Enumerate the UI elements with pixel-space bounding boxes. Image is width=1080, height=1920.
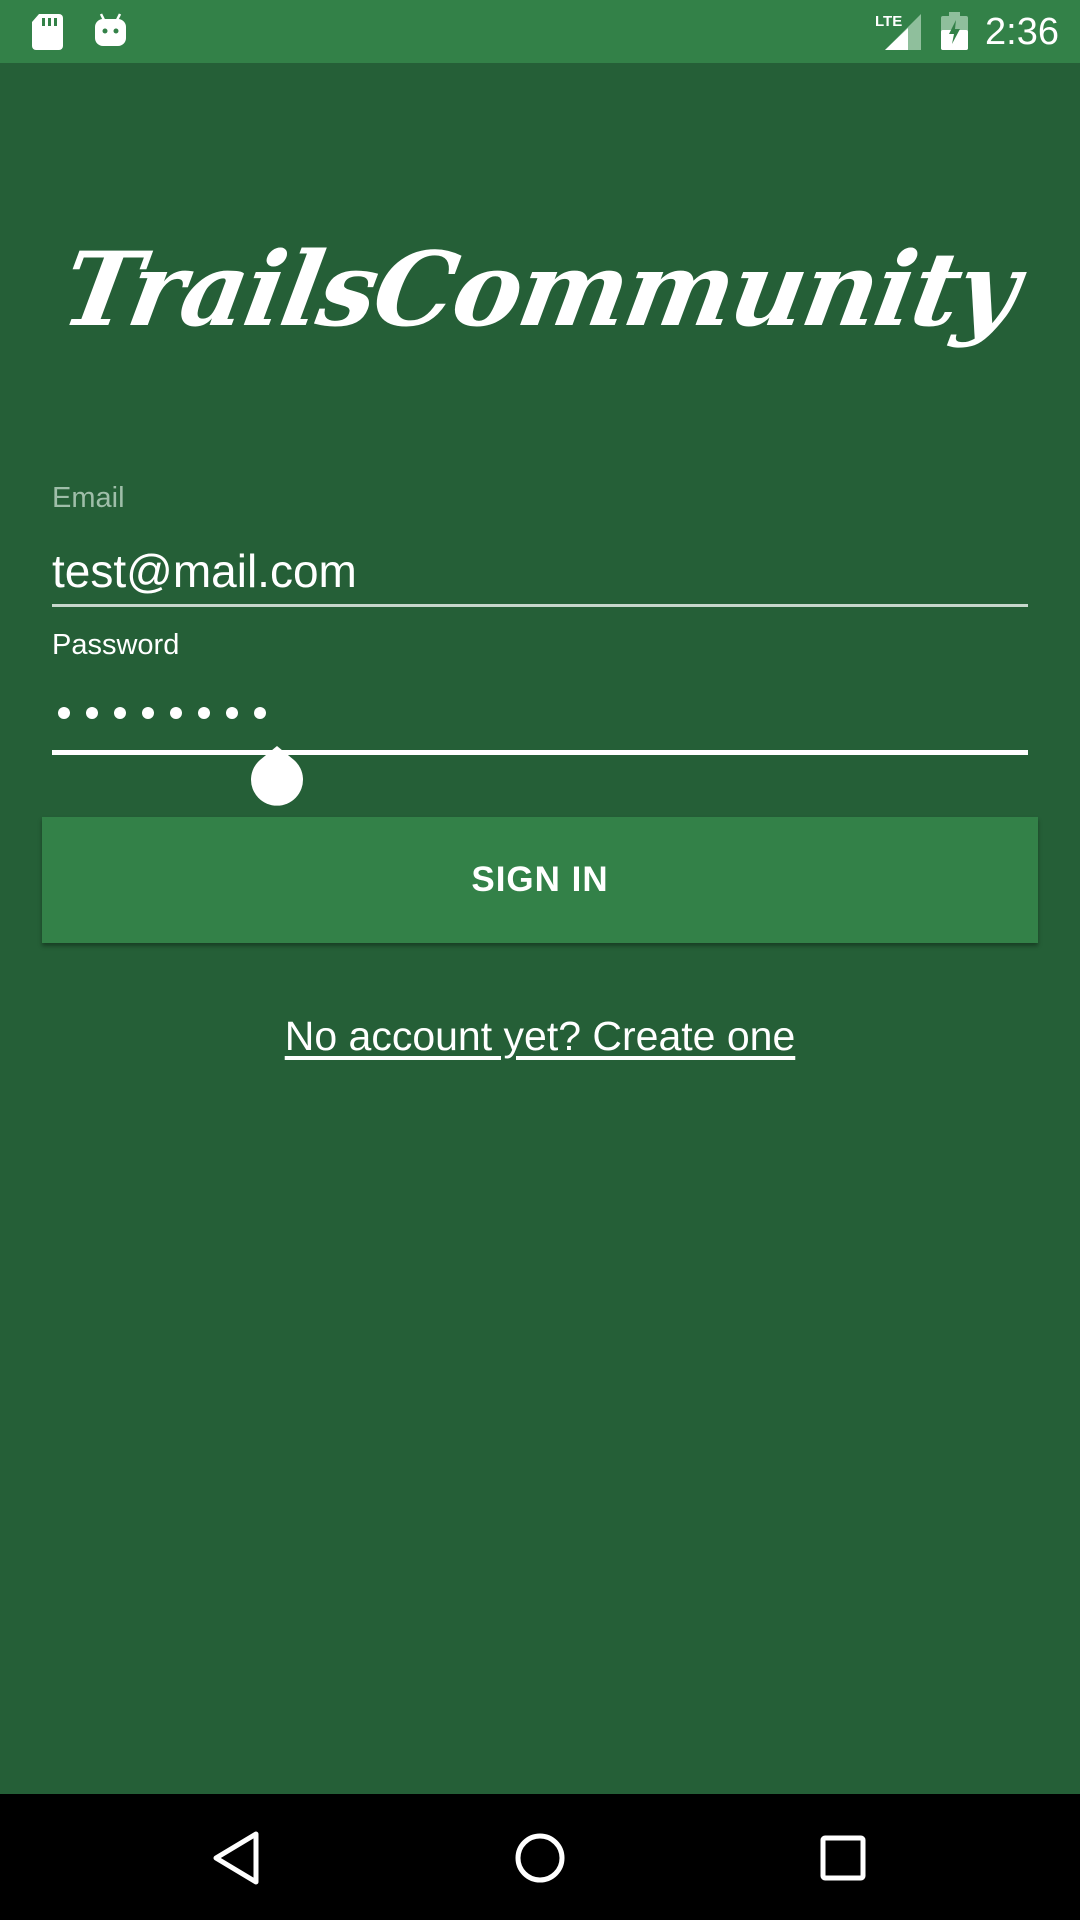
email-input[interactable]: test@mail.com <box>52 543 357 599</box>
password-input[interactable] <box>58 707 266 727</box>
sign-in-button[interactable]: SIGN IN <box>42 817 1038 943</box>
password-mask-dot <box>142 707 154 719</box>
back-icon[interactable] <box>204 1826 268 1890</box>
status-bar: LTE 2:36 <box>0 0 1080 63</box>
password-mask-dot <box>170 707 182 719</box>
email-field[interactable]: Email test@mail.com <box>52 480 1028 607</box>
password-mask-dot <box>254 707 266 719</box>
battery-icon <box>941 12 968 50</box>
login-screen: LTE 2:36 TrailsCommunity Email test@mail… <box>0 0 1080 1920</box>
email-label: Email <box>52 482 125 514</box>
app-logo: TrailsCommunity <box>53 230 1027 350</box>
home-icon[interactable] <box>508 1826 572 1890</box>
svg-text:LTE: LTE <box>875 13 902 30</box>
password-mask-dot <box>114 707 126 719</box>
password-label: Password <box>52 629 180 661</box>
android-icon <box>95 13 126 46</box>
password-mask-dot <box>58 707 70 719</box>
text-cursor-handle[interactable] <box>250 746 304 809</box>
password-mask-dot <box>86 707 98 719</box>
password-field[interactable]: Password <box>52 627 1028 755</box>
email-underline <box>52 604 1028 607</box>
password-mask-dot <box>198 707 210 719</box>
lte-signal-icon: LTE <box>875 13 921 50</box>
password-mask-dot <box>226 707 238 719</box>
sd-card-icon <box>32 14 63 50</box>
password-underline <box>52 750 1028 755</box>
recents-icon[interactable] <box>811 1826 875 1890</box>
status-time: 2:36 <box>985 11 1059 53</box>
create-account-link[interactable]: No account yet? Create one <box>0 1010 1080 1062</box>
navigation-bar <box>0 1794 1080 1920</box>
